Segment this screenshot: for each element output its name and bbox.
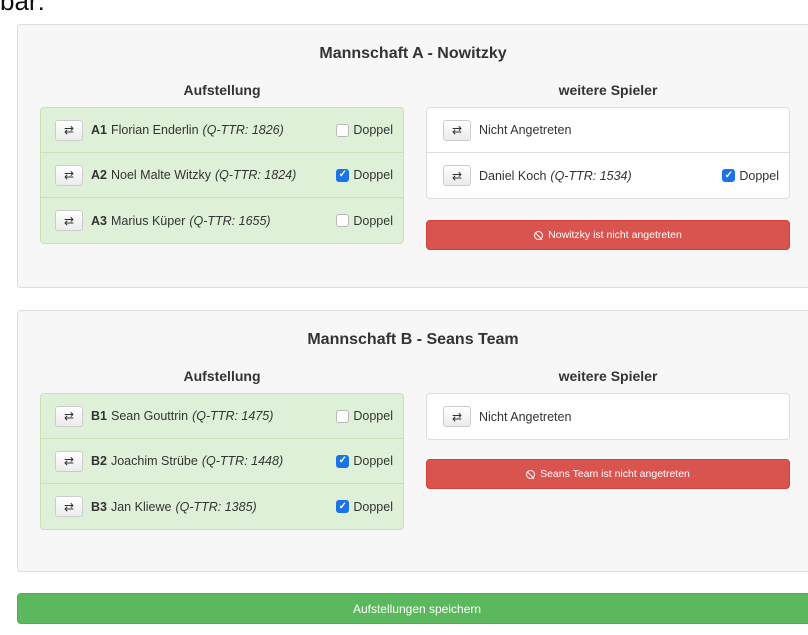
- doppel-label: Doppel: [353, 409, 393, 423]
- others-title: weitere Spieler: [558, 368, 658, 384]
- team-card-b: Mannschaft B - Seans Team Aufstellung we…: [17, 310, 808, 572]
- doppel-label: Doppel: [353, 499, 393, 514]
- lineup-list: ⇄ A1 Florian Enderlin (Q-TTR: 1826) Dopp…: [40, 107, 404, 244]
- swap-button[interactable]: ⇄: [55, 119, 83, 141]
- player-position: A1: [91, 123, 107, 137]
- player-ttr: (Q-TTR: 1448): [201, 454, 284, 468]
- player-name: Nicht Angetreten: [479, 409, 572, 424]
- lineup-row: ⇄ A2 Noel Malte Witzky (Q-TTR: 1824) ✓ D…: [41, 153, 403, 198]
- player-position: A3: [91, 213, 107, 228]
- doppel-label: Doppel: [739, 168, 779, 183]
- checkbox-unchecked-icon[interactable]: [336, 123, 350, 137]
- doppel-checkbox[interactable]: ✓ Doppel: [336, 454, 393, 468]
- player-name: Florian Enderlin: [110, 123, 199, 137]
- swap-button[interactable]: ⇄: [443, 406, 471, 427]
- checkbox-checked-icon[interactable]: ✓: [722, 169, 736, 182]
- doppel-label: Doppel: [353, 454, 393, 468]
- doppel-label: Doppel: [353, 213, 393, 228]
- player-ttr: (Q-TTR: 1475): [192, 409, 274, 423]
- doppel-checkbox[interactable]: Doppel: [336, 214, 393, 228]
- other-player-row: ⇄ Nicht Angetreten: [427, 394, 789, 439]
- lineup-title: Aufstellung: [183, 368, 261, 384]
- swap-button[interactable]: ⇄: [443, 119, 471, 141]
- lineup-row: ⇄ A3 Marius Küper (Q-TTR: 1655) Doppel: [41, 198, 403, 243]
- player-position: B1: [91, 409, 107, 423]
- player-position: B2: [91, 454, 107, 468]
- team-card-a: Mannschaft A - Nowitzky Aufstellung weit…: [17, 24, 808, 288]
- team-not-played-label: Nowitzky ist nicht angetreten: [548, 229, 682, 241]
- player-position: B3: [91, 499, 107, 514]
- lineup-row: ⇄ B1 Sean Gouttrin (Q-TTR: 1475) Doppel: [41, 394, 403, 439]
- ban-icon: [534, 230, 544, 240]
- player-name: Marius Küper: [110, 213, 186, 228]
- other-players-list: ⇄ Nicht Angetreten ⇄ Daniel Koch (Q-TTR:…: [426, 107, 790, 199]
- swap-button[interactable]: ⇄: [55, 405, 83, 427]
- team-not-played-label: Seans Team ist nicht angetreten: [540, 468, 690, 480]
- swap-button[interactable]: ⇄: [443, 165, 471, 186]
- others-title: weitere Spieler: [558, 82, 658, 98]
- checkbox-checked-icon[interactable]: ✓: [336, 454, 350, 468]
- checkbox-checked-icon[interactable]: ✓: [336, 500, 350, 513]
- lineup-row: ⇄ A1 Florian Enderlin (Q-TTR: 1826) Dopp…: [41, 108, 403, 153]
- swap-button[interactable]: ⇄: [55, 450, 83, 472]
- doppel-checkbox[interactable]: Doppel: [336, 123, 393, 137]
- doppel-checkbox[interactable]: ✓ Doppel: [336, 500, 393, 514]
- doppel-checkbox[interactable]: ✓ Doppel: [336, 168, 393, 182]
- player-position: A2: [91, 168, 107, 182]
- checkbox-checked-icon[interactable]: ✓: [336, 168, 350, 182]
- swap-button[interactable]: ⇄: [55, 164, 83, 186]
- save-lineups-label: Aufstellungen speichern: [352, 601, 482, 616]
- player-ttr: (Q-TTR: 1824): [215, 168, 297, 182]
- team-not-played-button[interactable]: Nowitzky ist nicht angetreten: [426, 220, 790, 250]
- save-lineups-button[interactable]: Aufstellungen speichern: [17, 593, 808, 624]
- lineup-title: Aufstellung: [183, 82, 261, 98]
- checkbox-unchecked-icon[interactable]: [336, 214, 350, 227]
- doppel-checkbox[interactable]: Doppel: [336, 409, 393, 423]
- lineup-list: ⇄ B1 Sean Gouttrin (Q-TTR: 1475) Doppel …: [40, 393, 404, 530]
- player-name: Sean Gouttrin: [110, 409, 189, 423]
- doppel-label: Doppel: [353, 168, 393, 182]
- doppel-label: Doppel: [353, 123, 393, 137]
- swap-button[interactable]: ⇄: [55, 210, 83, 231]
- team-title: Mannschaft B - Seans Team: [307, 331, 519, 348]
- team-title: Mannschaft A - Nowitzky: [319, 45, 507, 62]
- ban-icon: [526, 469, 536, 479]
- player-ttr: (Q-TTR: 1534): [550, 168, 632, 183]
- player-ttr: (Q-TTR: 1826): [202, 123, 284, 137]
- player-name: Noel Malte Witzky: [110, 168, 212, 182]
- team-not-played-button[interactable]: Seans Team ist nicht angetreten: [426, 459, 790, 489]
- player-name: Joachim Strübe: [110, 454, 198, 468]
- checkbox-unchecked-icon[interactable]: [336, 409, 350, 423]
- cropped-header-text: bar:: [0, 0, 45, 16]
- player-name: Nicht Angetreten: [479, 123, 572, 137]
- swap-button[interactable]: ⇄: [55, 496, 83, 517]
- player-name: Jan Kliewe: [110, 499, 172, 514]
- player-name: Daniel Koch: [479, 168, 547, 183]
- lineup-row: ⇄ B3 Jan Kliewe (Q-TTR: 1385) ✓ Doppel: [41, 484, 403, 529]
- player-ttr: (Q-TTR: 1385): [175, 499, 257, 514]
- other-player-row: ⇄ Daniel Koch (Q-TTR: 1534) ✓ Doppel: [427, 153, 789, 198]
- lineup-row: ⇄ B2 Joachim Strübe (Q-TTR: 1448) ✓ Dopp…: [41, 439, 403, 484]
- other-player-row: ⇄ Nicht Angetreten: [427, 108, 789, 153]
- doppel-checkbox[interactable]: ✓ Doppel: [722, 169, 779, 183]
- other-players-list: ⇄ Nicht Angetreten: [426, 393, 790, 440]
- player-ttr: (Q-TTR: 1655): [189, 213, 271, 228]
